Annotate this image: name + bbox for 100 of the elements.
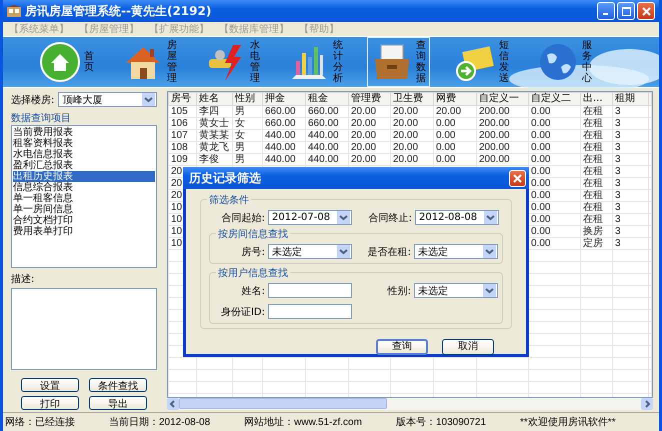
column-header[interactable]: 网费 bbox=[434, 92, 476, 106]
table-cell: 在租 bbox=[580, 190, 612, 202]
scrollbar-thumb[interactable] bbox=[179, 398, 387, 409]
table-cell: 黄某某 bbox=[196, 130, 232, 142]
toolbar-button[interactable]: 首页 bbox=[35, 38, 98, 86]
field-label: 合同终止: bbox=[368, 212, 412, 224]
column-header[interactable]: 房号 bbox=[168, 92, 196, 106]
column-header[interactable]: 租期 bbox=[612, 92, 648, 106]
sidebar-button[interactable]: 打印 bbox=[21, 396, 79, 410]
column-header[interactable]: 性别 bbox=[232, 92, 262, 106]
report-list-item[interactable]: 单一租客信息 bbox=[13, 193, 155, 204]
maximize-button[interactable] bbox=[617, 2, 635, 20]
close-icon bbox=[513, 174, 522, 182]
sidebar-button[interactable]: 条件查找 bbox=[89, 378, 147, 392]
toolbar-button[interactable]: 水电管理 bbox=[201, 37, 264, 87]
status-text: 当前日期：2012-08-08 bbox=[109, 416, 210, 428]
toolbar-button[interactable]: 统计分析 bbox=[284, 37, 347, 87]
date-dropdown[interactable]: 2012-08-08 bbox=[415, 210, 499, 225]
table-cell: 440.00 bbox=[306, 130, 348, 142]
report-list-item[interactable]: 出租历史报表 bbox=[13, 171, 155, 182]
report-list-item[interactable]: 合约文档打印 bbox=[13, 215, 155, 226]
table-cell: 男 bbox=[232, 154, 262, 166]
report-list-item[interactable]: 单一房间信息 bbox=[13, 204, 155, 215]
column-header[interactable]: 管理费 bbox=[348, 92, 390, 106]
table-cell: 3 bbox=[612, 226, 648, 238]
table-cell: 李俊 bbox=[196, 154, 232, 166]
table-cell: 20.00 bbox=[390, 130, 434, 142]
close-icon bbox=[642, 6, 650, 16]
dialog-button[interactable]: 查询 bbox=[376, 339, 428, 355]
table-cell: 0.00 bbox=[434, 142, 476, 154]
table-cell: 在租 bbox=[580, 106, 612, 118]
table-cell: 660.00 bbox=[262, 118, 306, 130]
table-cell: 定房 bbox=[580, 238, 612, 250]
group-title: 按房间信息查找 bbox=[216, 227, 290, 241]
date-dropdown[interactable]: 2012-07-08 bbox=[268, 210, 352, 225]
table-cell: 200.00 bbox=[476, 142, 528, 154]
table-cell: 200.00 bbox=[476, 106, 528, 118]
table-cell: 105 bbox=[168, 106, 196, 118]
column-header[interactable]: 押金 bbox=[262, 92, 306, 106]
field-label: 合同起始: bbox=[222, 212, 265, 224]
toolbar-button[interactable]: 短信发送 bbox=[450, 37, 513, 87]
input-field[interactable] bbox=[268, 283, 352, 298]
table-cell: 3 bbox=[612, 166, 648, 178]
table-cell: 200.00 bbox=[476, 130, 528, 142]
column-header[interactable]: 租金 bbox=[306, 92, 348, 106]
report-list-item[interactable]: 租客资料报表 bbox=[13, 138, 155, 149]
report-list-item[interactable]: 费用表单打印 bbox=[13, 226, 155, 237]
dialog-button[interactable]: 取消 bbox=[442, 339, 494, 355]
table-cell: 男 bbox=[232, 142, 262, 154]
report-list-item[interactable]: 信息综合报表 bbox=[13, 182, 155, 193]
table-cell: 3 bbox=[612, 214, 648, 226]
table-cell: 660.00 bbox=[262, 106, 306, 118]
dropdown[interactable]: 未选定 bbox=[414, 283, 498, 298]
table-cell: 黄女士 bbox=[196, 118, 232, 130]
toolbar-button[interactable]: 房屋管理 bbox=[118, 37, 181, 87]
table-cell: 在租 bbox=[580, 214, 612, 226]
table-cell: 黄龙飞 bbox=[196, 142, 232, 154]
field-label: 身份证ID: bbox=[220, 306, 265, 318]
table-cell: 200.00 bbox=[476, 154, 528, 166]
building-label: 选择楼房: bbox=[11, 94, 54, 106]
status-text: 网络：已经连接 bbox=[5, 416, 75, 428]
input-field[interactable] bbox=[268, 304, 352, 319]
sidebar-button[interactable]: 导出 bbox=[89, 396, 147, 410]
close-button[interactable] bbox=[509, 170, 526, 186]
table-cell: 107 bbox=[168, 130, 196, 142]
building-dropdown[interactable]: 顶峰大厦 bbox=[58, 92, 157, 107]
column-header[interactable]: 卫生费 bbox=[390, 92, 434, 106]
description-field[interactable] bbox=[11, 288, 157, 370]
column-header[interactable]: 自定义一 bbox=[476, 92, 528, 106]
toolbar-button[interactable]: 查询数据 bbox=[367, 37, 430, 87]
minimize-button[interactable] bbox=[597, 2, 615, 20]
table-cell: 109 bbox=[168, 154, 196, 166]
sidebar-button[interactable]: 设置 bbox=[21, 378, 79, 392]
dropdown[interactable]: 未选定 bbox=[414, 244, 498, 259]
window-title: 房讯房屋管理系统--黄先生(2192) bbox=[25, 2, 212, 20]
table-cell: 女 bbox=[232, 130, 262, 142]
horizontal-scrollbar[interactable] bbox=[167, 398, 653, 410]
column-header[interactable]: 自定义二 bbox=[528, 92, 580, 106]
table-cell: 20.00 bbox=[348, 142, 390, 154]
toolbar-button[interactable]: 服务中心 bbox=[533, 37, 596, 87]
status-text: 网站地址：www.51-zf.com bbox=[244, 416, 362, 428]
table-cell: 3 bbox=[612, 190, 648, 202]
table-cell: 440.00 bbox=[262, 154, 306, 166]
report-list-item[interactable]: 盈利汇总报表 bbox=[13, 160, 155, 171]
report-list-item[interactable]: 水电信息报表 bbox=[13, 149, 155, 160]
table-cell: 3 bbox=[612, 202, 648, 214]
column-header[interactable]: 出... bbox=[580, 92, 612, 106]
table-cell: 在租 bbox=[580, 154, 612, 166]
column-header[interactable]: 姓名 bbox=[196, 92, 232, 106]
report-list-item[interactable]: 当前费用报表 bbox=[13, 127, 155, 138]
dropdown[interactable]: 未选定 bbox=[268, 244, 352, 259]
table-cell: 在租 bbox=[580, 202, 612, 214]
table-cell: 20.00 bbox=[390, 142, 434, 154]
field-label: 房号: bbox=[242, 246, 265, 258]
table-cell: 440.00 bbox=[306, 142, 348, 154]
scroll-left-icon bbox=[167, 398, 179, 410]
table-cell: 3 bbox=[612, 142, 648, 154]
close-button[interactable] bbox=[637, 2, 655, 20]
group-title: 按用户信息查找 bbox=[216, 266, 290, 280]
table-cell: 20.00 bbox=[390, 154, 434, 166]
